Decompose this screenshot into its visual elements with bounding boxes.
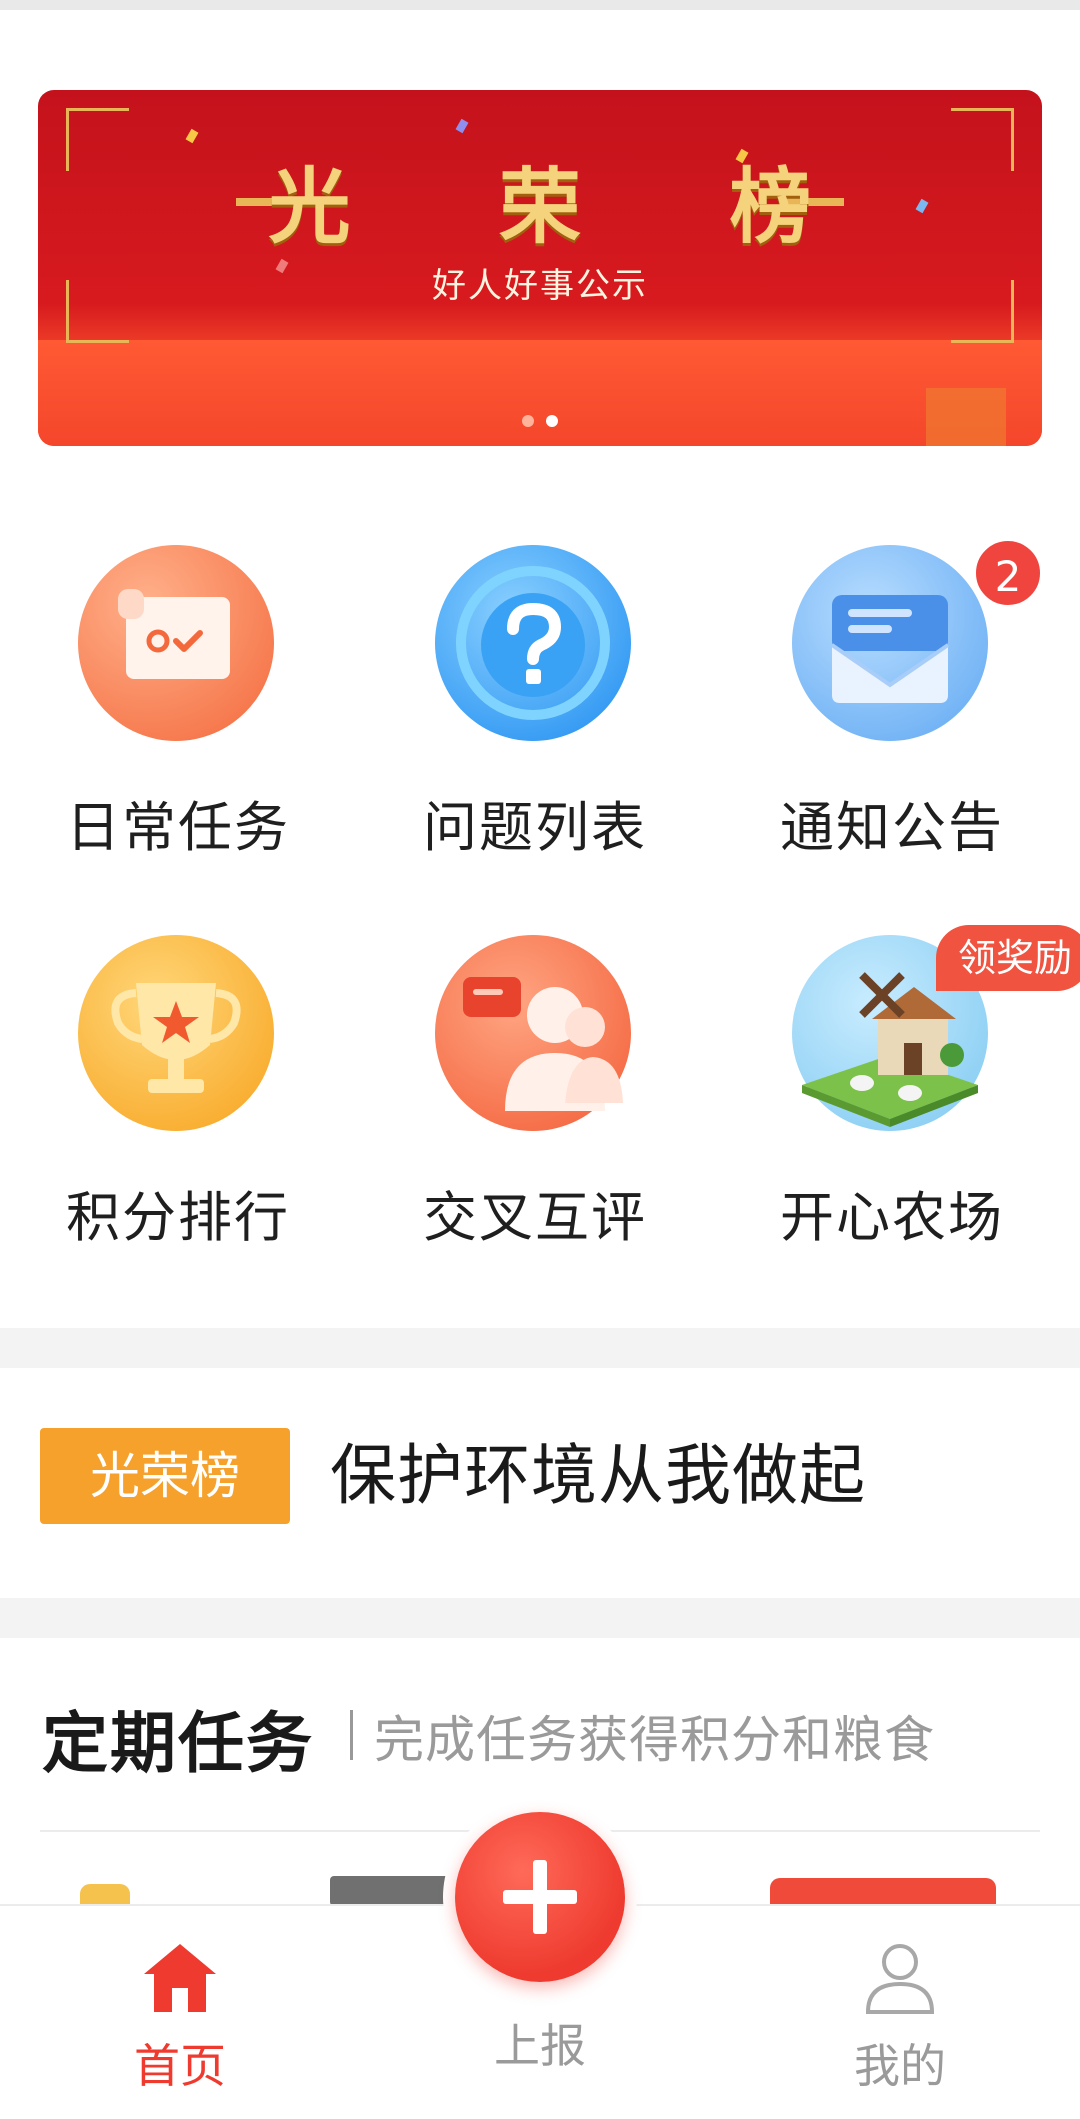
section-divider — [0, 1328, 1080, 1368]
section-title-divider — [350, 1710, 353, 1760]
carousel-dot-active[interactable] — [546, 415, 558, 427]
menu-daily-task[interactable]: 日常任务 — [28, 545, 328, 859]
notice-text[interactable]: 保护环境从我做起 — [330, 1428, 866, 1524]
report-plus-button[interactable] — [455, 1812, 625, 1982]
menu-label: 开心农场 — [780, 1186, 1004, 1249]
tab-report[interactable]: 上报 — [440, 2000, 640, 2076]
home-icon — [144, 1944, 216, 2012]
confetti-decoration — [455, 118, 469, 134]
tab-report-label: 上报 — [494, 2019, 586, 2073]
banner-subtitle: 好人好事公示 — [432, 266, 648, 306]
tab-mine-label: 我的 — [854, 2039, 946, 2093]
status-strip — [0, 0, 1080, 10]
menu-notification[interactable]: 2 通知公告 — [742, 537, 1044, 859]
daily-task-icon — [78, 545, 274, 741]
section-title: 定期任务 — [42, 1705, 314, 1782]
tab-home-label: 首页 — [134, 2039, 226, 2093]
user-icon — [865, 1944, 935, 2014]
section-subtitle: 完成任务获得积分和粮食 — [374, 1711, 935, 1769]
menu-label: 问题列表 — [423, 796, 647, 859]
menu-question-list[interactable]: 问题列表 — [385, 545, 685, 859]
peer-review-icon — [435, 935, 631, 1131]
plus-icon — [533, 1860, 547, 1934]
carousel-dot[interactable] — [522, 415, 534, 427]
tab-home[interactable]: 首页 — [80, 1940, 280, 2096]
notification-icon — [792, 545, 988, 741]
menu-happy-farm[interactable]: 领奖励 开心农场 — [742, 925, 1080, 1249]
notice-tag: 光荣榜 — [40, 1428, 290, 1524]
question-list-icon — [435, 545, 631, 741]
menu-label: 日常任务 — [66, 796, 290, 859]
honor-banner[interactable]: 光 荣 榜 好人好事公示 — [38, 90, 1042, 446]
menu-peer-review[interactable]: 交叉互评 — [385, 935, 685, 1249]
notification-badge: 2 — [972, 537, 1044, 609]
banner-title: 光 荣 榜 — [268, 159, 872, 255]
menu-label: 积分排行 — [66, 1186, 290, 1249]
menu-points-ranking[interactable]: 积分排行 — [28, 935, 328, 1249]
reward-badge: 领奖励 — [936, 925, 1080, 991]
menu-label: 通知公告 — [780, 796, 1004, 859]
menu-label: 交叉互评 — [423, 1186, 647, 1249]
trophy-icon — [78, 935, 274, 1131]
tab-mine[interactable]: 我的 — [800, 1940, 1000, 2096]
section-divider — [0, 1598, 1080, 1638]
carousel-indicator — [38, 412, 1042, 431]
